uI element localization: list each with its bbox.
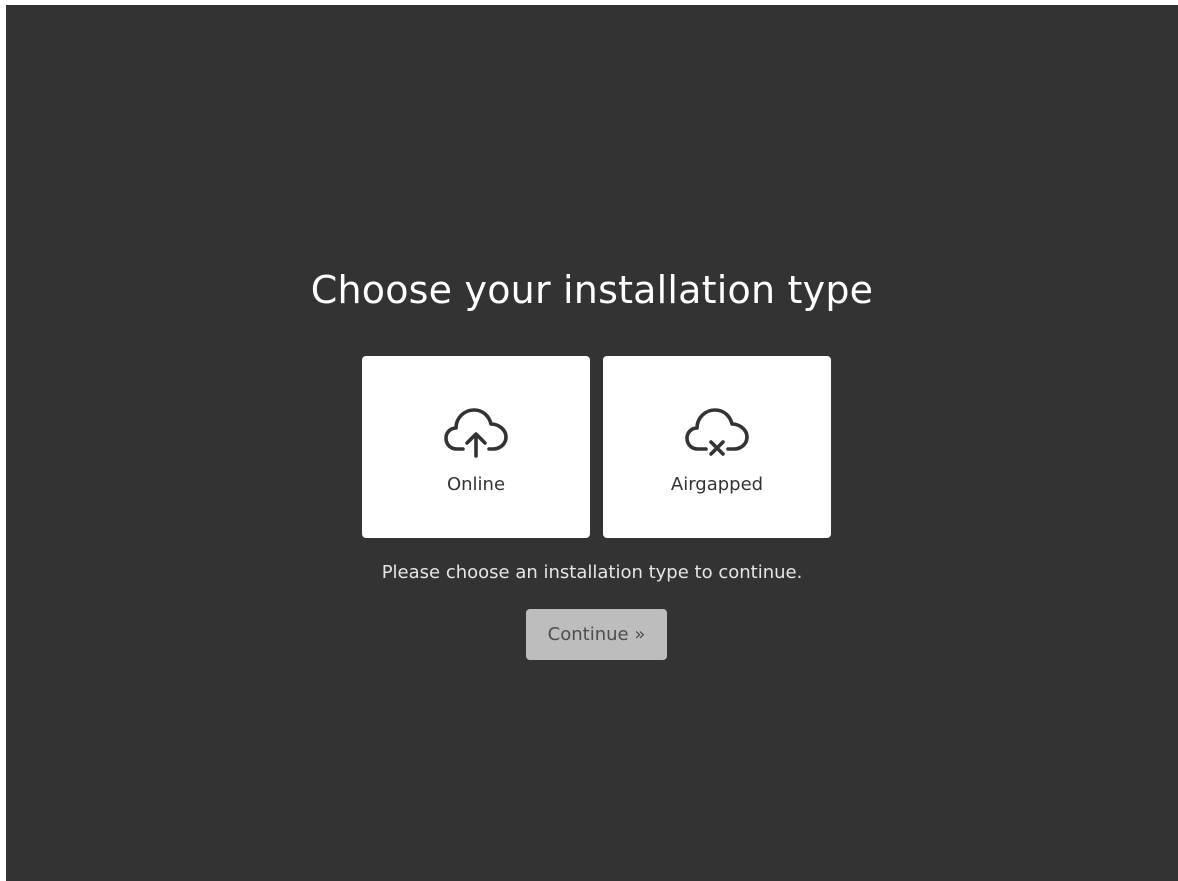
cloud-off-icon [684,404,750,458]
selection-hint: Please choose an installation type to co… [381,562,803,583]
continue-button[interactable]: Continue » [526,609,667,660]
cloud-upload-icon [443,404,509,458]
option-online-card[interactable]: Online [362,356,590,538]
installation-type-options: Online Airgapped [362,356,832,538]
installation-type-panel: Choose your installation type Online Air… [6,5,1178,881]
page-title: Choose your installation type [310,268,874,312]
option-online-label: Online [446,474,506,495]
installer-window: Choose your installation type Online Air… [6,5,1178,881]
option-airgapped-label: Airgapped [670,474,764,495]
option-airgapped-card[interactable]: Airgapped [603,356,831,538]
